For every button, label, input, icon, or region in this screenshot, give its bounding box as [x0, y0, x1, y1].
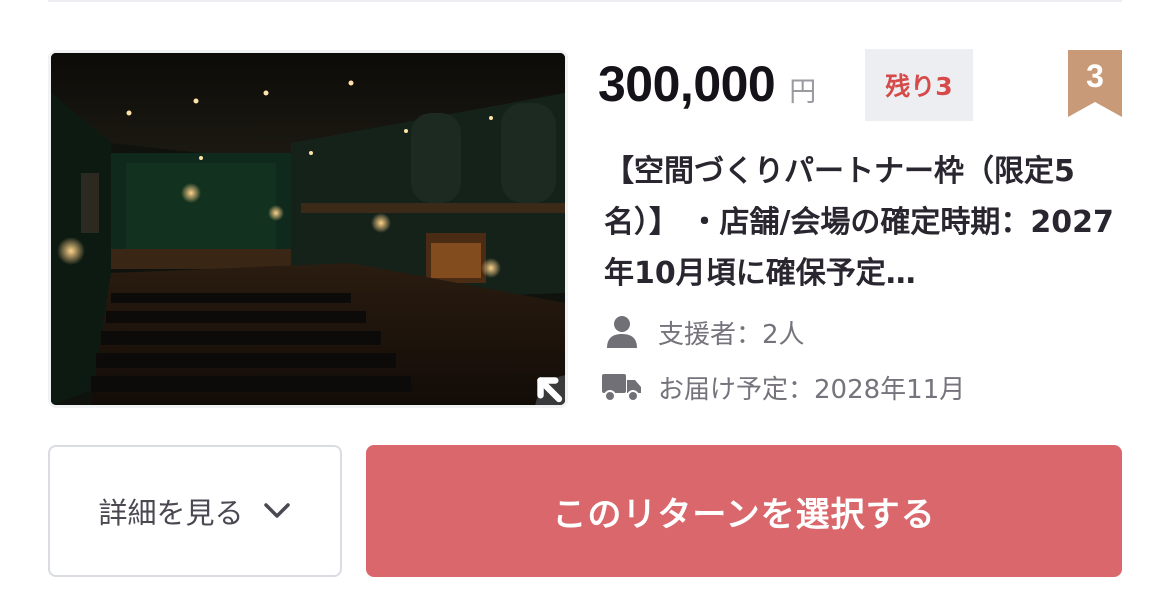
rank-ribbon: 3: [1068, 50, 1122, 117]
truck-icon: [602, 367, 642, 407]
expand-icon: [537, 377, 563, 403]
select-reward-button[interactable]: このリターンを選択する: [366, 445, 1122, 577]
reward-title: 【空間づくりパートナー枠（限定5名）】 ・店舗/会場の確定時期：2027年10月…: [604, 154, 1114, 291]
top-divider: [48, 0, 1122, 2]
price: 300,000 円: [598, 55, 816, 121]
expand-image-button[interactable]: [535, 375, 565, 405]
supporters-row: 支援者：2人: [602, 312, 805, 352]
supporters-count: 支援者：2人: [658, 319, 805, 350]
view-details-label: 詳細を見る: [98, 496, 244, 530]
delivery-date: お届け予定：2028年11月: [658, 374, 966, 405]
stock-remaining-badge: 残り3: [865, 49, 973, 121]
rank-number: 3: [1086, 58, 1104, 94]
chevron-down-icon: [263, 503, 290, 518]
delivery-row: お届け予定：2028年11月: [602, 367, 965, 407]
reward-image[interactable]: [48, 50, 568, 408]
theater-photo: [51, 53, 565, 405]
price-amount: 300,000: [598, 56, 776, 112]
person-icon: [602, 312, 642, 352]
view-details-button[interactable]: 詳細を見る: [48, 445, 342, 577]
price-currency: 円: [789, 77, 817, 108]
